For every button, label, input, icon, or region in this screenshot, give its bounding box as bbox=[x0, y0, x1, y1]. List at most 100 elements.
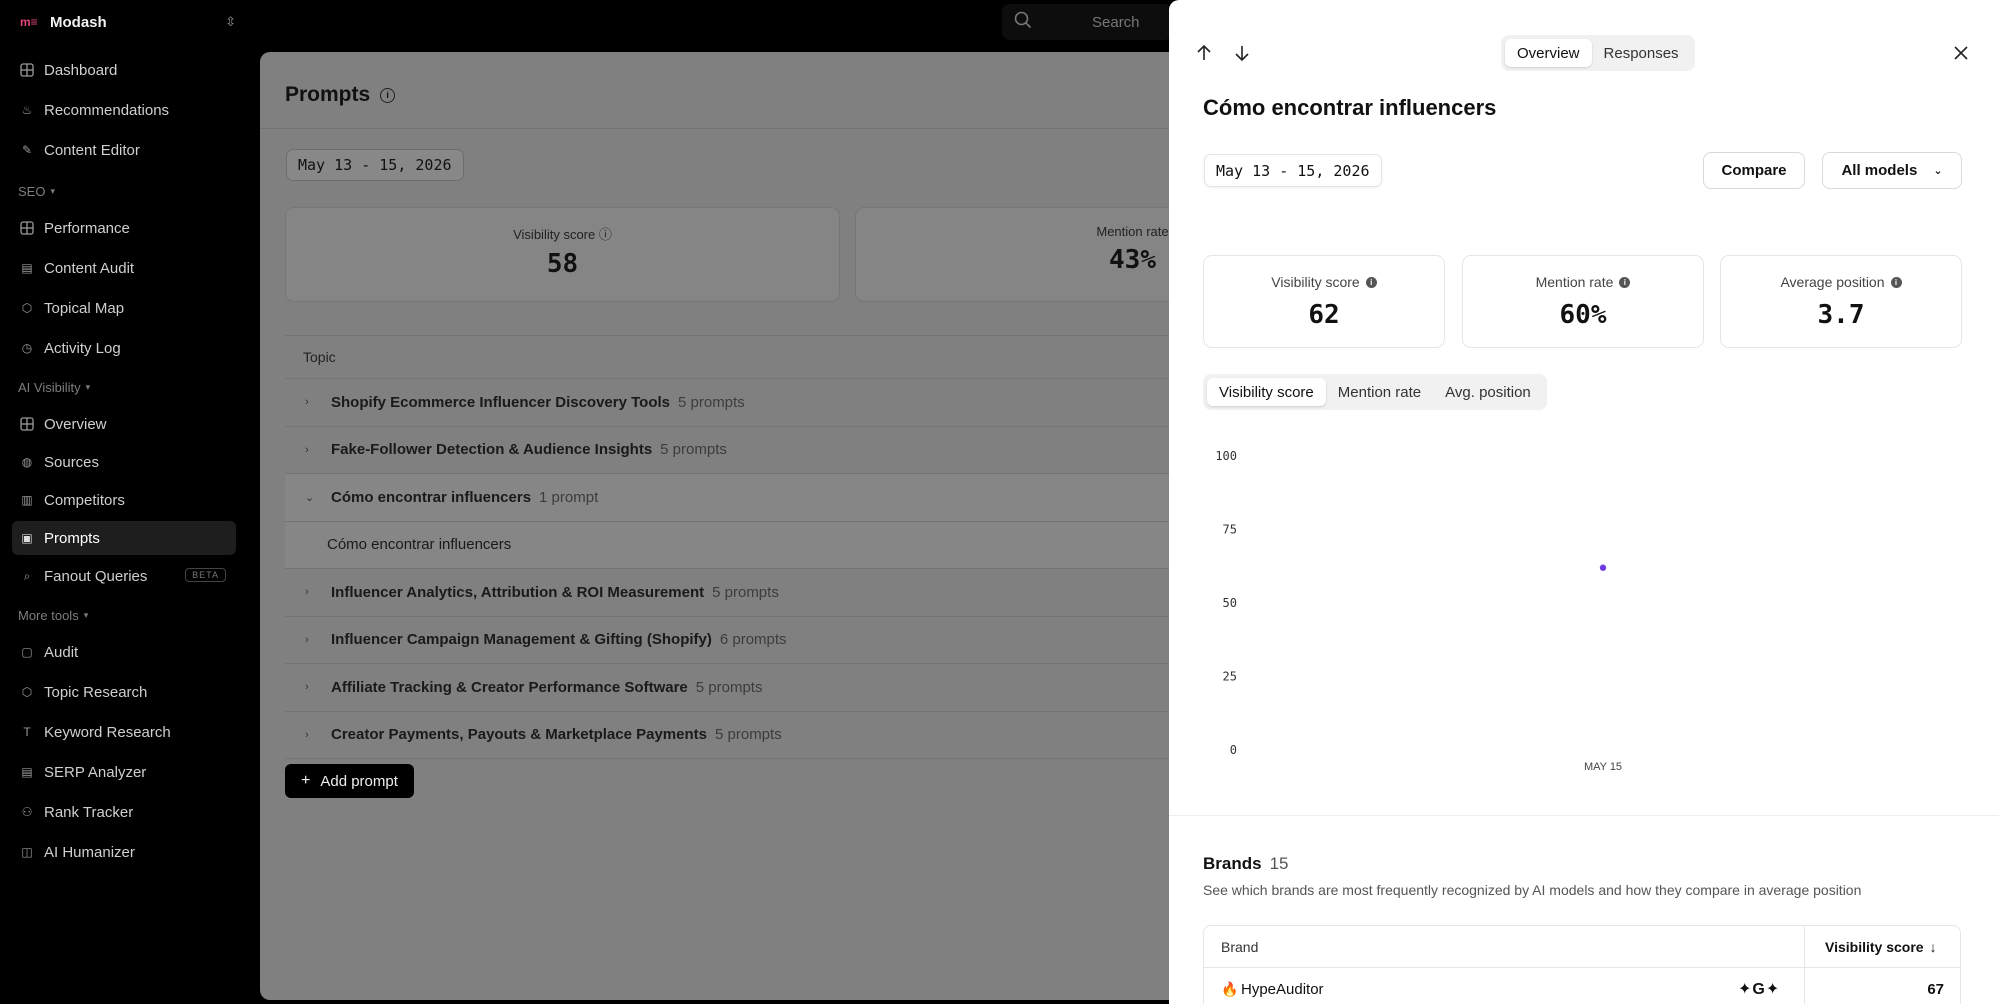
global-search[interactable]: Search bbox=[1002, 4, 1172, 40]
info-icon[interactable]: i bbox=[1619, 276, 1631, 288]
sidebar-item-recommendations[interactable]: ♨ Recommendations bbox=[12, 93, 236, 127]
sidebar: m≡ Modash ⇳ Dashboard ♨ Recommendations … bbox=[0, 0, 250, 1004]
brands-title: Brands bbox=[1203, 854, 1262, 873]
brands-table-header: Brand Visibility score ↓ bbox=[1204, 926, 1960, 968]
sidebar-item-competitors[interactable]: ▥ Competitors bbox=[12, 483, 236, 517]
sidebar-item-label: Content Editor bbox=[44, 141, 140, 159]
chevron-down-icon: ▾ bbox=[50, 186, 55, 196]
section-more-tools[interactable]: More tools ▾ bbox=[18, 608, 88, 623]
table-row[interactable]: › Influencer Campaign Management & Gifti… bbox=[285, 617, 1260, 664]
sidebar-item-label: Keyword Research bbox=[44, 723, 171, 741]
date-range-picker[interactable]: May 13 - 15, 2026 bbox=[1204, 154, 1382, 187]
sidebar-item-rank-tracker[interactable]: ⚇ Rank Tracker bbox=[12, 795, 236, 829]
sidebar-item-sources[interactable]: ◍ Sources bbox=[12, 445, 236, 479]
topic-name: Cómo encontrar influencers bbox=[331, 488, 532, 506]
page-title: Prompts i bbox=[285, 83, 396, 107]
topic-name: Affiliate Tracking & Creator Performance… bbox=[331, 678, 688, 696]
models-dropdown[interactable]: All models ⌄ bbox=[1822, 152, 1962, 189]
table-row[interactable]: › Shopify Ecommerce Influencer Discovery… bbox=[285, 379, 1260, 427]
stat-value: 3.7 bbox=[1817, 300, 1865, 330]
col-brand: Brand bbox=[1221, 938, 1259, 955]
sidebar-item-serp-analyzer[interactable]: ▤ SERP Analyzer bbox=[12, 755, 236, 789]
stat-label: Visibility score i bbox=[1204, 274, 1444, 290]
sidebar-item-activity-log[interactable]: ◷ Activity Log bbox=[12, 331, 236, 365]
building-icon: ▥ bbox=[21, 493, 33, 507]
table-header: Topic bbox=[285, 336, 1260, 379]
main-content: Prompts i May 13 - 15, 2026 Visibility s… bbox=[260, 52, 1260, 1000]
sidebar-item-fanout-queries[interactable]: ⌕ Fanout Queries BETA bbox=[12, 559, 236, 593]
search-icon: ⌕ bbox=[23, 568, 31, 583]
sidebar-item-label: SERP Analyzer bbox=[44, 763, 147, 781]
stat-label: Mention rate i bbox=[1463, 274, 1703, 290]
table-row[interactable]: ⌄ Cómo encontrar influencers 1 prompt bbox=[285, 474, 1260, 522]
sidebar-item-dashboard[interactable]: Dashboard bbox=[12, 53, 236, 87]
col-visibility-score[interactable]: Visibility score ↓ bbox=[1804, 926, 1960, 967]
chevron-right-icon: › bbox=[305, 681, 309, 694]
info-icon[interactable]: i bbox=[380, 87, 396, 103]
prompt-count: 5 prompts bbox=[678, 393, 745, 411]
sidebar-item-ai-humanizer[interactable]: ◫ AI Humanizer bbox=[12, 835, 236, 869]
cell-divider bbox=[1804, 968, 1805, 1004]
brands-heading: Brands 15 bbox=[1203, 854, 1289, 874]
stat-card-average-position: Average position i 3.7 bbox=[1720, 255, 1962, 348]
data-point[interactable] bbox=[1599, 564, 1607, 571]
stat-label: Average position i bbox=[1721, 274, 1961, 290]
sidebar-item-keyword-research[interactable]: T Keyword Research bbox=[12, 715, 236, 749]
chevron-down-icon: ▾ bbox=[85, 382, 91, 392]
hexagon-icon: ⬡ bbox=[21, 685, 33, 699]
section-seo[interactable]: SEO ▾ bbox=[18, 184, 55, 199]
section-ai-visibility[interactable]: AI Visibility ▾ bbox=[18, 380, 90, 395]
sidebar-item-label: AI Humanizer bbox=[44, 843, 135, 861]
add-prompt-button[interactable]: + Add prompt bbox=[285, 764, 414, 798]
grid-icon bbox=[20, 417, 34, 431]
tab-responses[interactable]: Responses bbox=[1592, 39, 1691, 67]
add-prompt-label: Add prompt bbox=[320, 772, 398, 790]
y-tick-label: 0 bbox=[1230, 743, 1237, 757]
y-tick-label: 75 bbox=[1223, 523, 1237, 537]
y-tick-label: 25 bbox=[1223, 670, 1237, 684]
info-icon[interactable]: i bbox=[1890, 276, 1902, 288]
sidebar-item-content-audit[interactable]: ▤ Content Audit bbox=[12, 251, 236, 285]
tab-visibility-score[interactable]: Visibility score bbox=[1207, 378, 1326, 406]
stat-value: 58 bbox=[546, 249, 579, 279]
col-visibility-score-label: Visibility score bbox=[1825, 938, 1924, 955]
tab-overview[interactable]: Overview bbox=[1505, 39, 1592, 67]
sidebar-item-content-editor[interactable]: ✎ Content Editor bbox=[12, 133, 236, 167]
table-row[interactable]: › Creator Payments, Payouts & Marketplac… bbox=[285, 712, 1260, 759]
chevrons-updown-icon: ⇳ bbox=[225, 14, 236, 29]
prompt-name: Cómo encontrar influencers bbox=[327, 536, 512, 554]
sidebar-item-label: Performance bbox=[44, 219, 130, 237]
date-range-picker[interactable]: May 13 - 15, 2026 bbox=[286, 149, 464, 181]
sidebar-item-label: Sources bbox=[44, 453, 100, 471]
stat-label-text: Visibility score bbox=[1271, 274, 1360, 290]
sidebar-item-topical-map[interactable]: ⬡ Topical Map bbox=[12, 291, 236, 325]
sidebar-item-performance[interactable]: Performance bbox=[12, 211, 236, 245]
prompt-count: 5 prompts bbox=[695, 678, 763, 696]
table-row[interactable]: Cómo encontrar influencers bbox=[285, 521, 1260, 569]
info-icon[interactable]: i bbox=[1365, 276, 1377, 288]
sidebar-item-audit[interactable]: ▢ Audit bbox=[12, 635, 236, 669]
tab-avg-position[interactable]: Avg. position bbox=[1433, 378, 1543, 406]
flame-icon: ♨ bbox=[21, 103, 33, 117]
compare-button[interactable]: Compare bbox=[1703, 152, 1805, 189]
sidebar-item-prompts[interactable]: ▣ Prompts bbox=[12, 521, 236, 555]
table-row[interactable]: › Affiliate Tracking & Creator Performan… bbox=[285, 664, 1260, 712]
sidebar-item-overview[interactable]: Overview bbox=[12, 407, 236, 441]
prompt-count: 1 prompt bbox=[539, 488, 599, 506]
topic-name: Influencer Campaign Management & Gifting… bbox=[331, 631, 712, 649]
brand-logo-icon: 🔥 bbox=[1221, 980, 1239, 997]
prompt-count: 6 prompts bbox=[719, 631, 787, 649]
sidebar-item-label: Topical Map bbox=[44, 299, 125, 317]
sidebar-item-topic-research[interactable]: ⬡ Topic Research bbox=[12, 675, 236, 709]
beta-badge: BETA bbox=[185, 568, 226, 582]
table-row[interactable]: › Fake-Follower Detection & Audience Ins… bbox=[285, 427, 1260, 474]
table-row[interactable]: 🔥 HypeAuditor ✦G✦ 67 bbox=[1204, 968, 1960, 1004]
brands-count: 15 bbox=[1269, 854, 1289, 873]
arrow-down-icon[interactable] bbox=[1231, 42, 1253, 64]
table-row[interactable]: › Influencer Analytics, Attribution & RO… bbox=[285, 569, 1260, 617]
arrow-up-icon[interactable] bbox=[1193, 42, 1215, 64]
close-icon[interactable] bbox=[1950, 42, 1972, 64]
workspace-switcher[interactable]: m≡ Modash ⇳ bbox=[20, 12, 236, 32]
prompt-count: 5 prompts bbox=[715, 726, 782, 744]
tab-mention-rate[interactable]: Mention rate bbox=[1326, 378, 1433, 406]
